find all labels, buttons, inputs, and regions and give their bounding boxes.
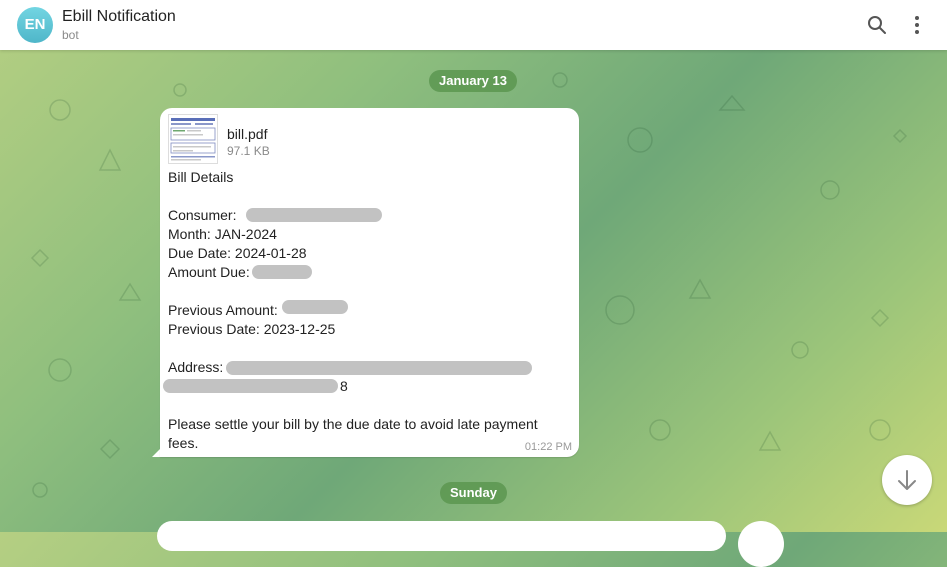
chat-subtitle: bot — [62, 28, 79, 42]
date-separator: January 13 — [429, 70, 517, 92]
chat-title[interactable]: Ebill Notification — [62, 8, 176, 26]
notice-line-1: Please settle your bill by the due date … — [168, 416, 538, 432]
avatar[interactable]: EN — [17, 7, 53, 43]
previous-date-line: Previous Date: 2023-12-25 — [168, 321, 336, 337]
redacted-amount-due — [252, 265, 312, 279]
notice-line-2: fees. — [168, 435, 199, 451]
address-label: Address: — [168, 359, 224, 375]
redacted-consumer — [246, 208, 382, 222]
file-size: 97.1 KB — [227, 144, 270, 158]
message-input[interactable] — [157, 521, 726, 551]
previous-amount-label: Previous Amount: — [168, 302, 278, 318]
scroll-down-button[interactable] — [882, 455, 932, 505]
arrow-down-icon — [898, 470, 916, 490]
redacted-address-line1 — [226, 361, 532, 375]
due-date-line: Due Date: 2024-01-28 — [168, 245, 307, 261]
redacted-address-line2 — [163, 379, 338, 393]
message-bubble[interactable]: bill.pdf 97.1 KB Bill Details Consumer: … — [160, 108, 579, 457]
message-time: 01:22 PM — [524, 441, 572, 453]
bill-heading: Bill Details — [168, 169, 234, 185]
search-icon[interactable] — [865, 13, 889, 37]
chat-header: EN Ebill Notification bot — [0, 0, 947, 50]
amount-due-label: Amount Due: — [168, 264, 250, 280]
date-separator: Sunday — [440, 482, 507, 504]
consumer-label: Consumer: — [168, 207, 237, 223]
month-line: Month: JAN-2024 — [168, 226, 277, 242]
more-vertical-icon[interactable] — [905, 13, 929, 37]
redacted-previous-amount — [282, 300, 348, 314]
pdf-thumbnail[interactable] — [168, 114, 218, 164]
file-name[interactable]: bill.pdf — [227, 126, 267, 142]
voice-button[interactable] — [738, 521, 784, 567]
address-tail: 8 — [340, 378, 348, 394]
